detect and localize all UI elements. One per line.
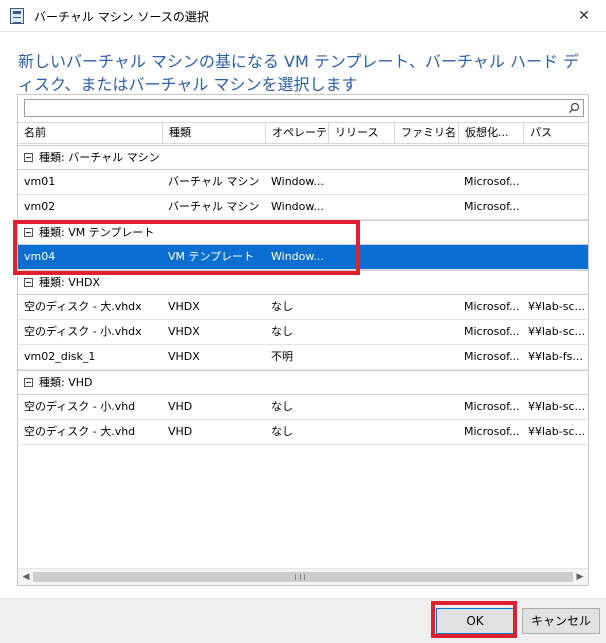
window-icon <box>10 8 24 24</box>
cell-os: 不明 <box>271 350 293 363</box>
page-heading: 新しいバーチャル マシンの基になる VM テンプレート、バーチャル ハード ディ… <box>18 52 580 94</box>
title-bar: バーチャル マシン ソースの選択 ✕ <box>0 0 606 32</box>
ok-button[interactable]: OK <box>436 608 514 634</box>
cancel-button[interactable]: キャンセル <box>522 608 600 634</box>
collapse-icon[interactable] <box>24 278 33 287</box>
group-header[interactable]: 種類: VHD <box>18 370 588 395</box>
scroll-left-icon[interactable]: ◀ <box>21 572 31 582</box>
cell-name: 空のディスク - 小.vhdx <box>24 325 142 338</box>
cell-path: ¥¥lab-sc... <box>528 425 585 438</box>
horizontal-scrollbar[interactable]: ◀ ▶ <box>18 568 588 585</box>
group-label: 種類: VHDX <box>39 276 101 289</box>
cell-name: vm02 <box>24 200 56 213</box>
cell-path: ¥¥lab-sc... <box>528 325 585 338</box>
column-header-5[interactable]: 仮想化... <box>458 123 523 143</box>
group-header[interactable]: 種類: VHDX <box>18 270 588 295</box>
cell-os: なし <box>271 300 293 313</box>
cell-virt: Microsof... <box>464 400 520 413</box>
collapse-icon[interactable] <box>24 378 33 387</box>
table-row[interactable]: vm02_disk_1 VHDX 不明 Microsof... ¥¥lab-fs... <box>18 345 588 370</box>
search-icon[interactable] <box>568 102 580 114</box>
cell-os: Window... <box>271 200 324 213</box>
group-label: 種類: VHD <box>39 376 93 389</box>
table-row[interactable]: 空のディスク - 小.vhd VHD なし Microsof... ¥¥lab-sc..… <box>18 395 588 420</box>
table-row[interactable]: vm02 バーチャル マシン Window... Microsof... <box>18 195 588 220</box>
cell-os: なし <box>271 425 293 438</box>
cell-virt: Microsof... <box>464 300 520 313</box>
cell-type: VHDX <box>168 300 200 313</box>
table-row[interactable]: vm04 VM テンプレート Window... <box>18 245 588 270</box>
table-row[interactable]: vm01 バーチャル マシン Window... Microsof... <box>18 170 588 195</box>
cell-name: vm04 <box>24 250 56 263</box>
column-header: 名前種類オペレーテ...リリースファミリ名仮想化...パス <box>18 122 588 144</box>
cell-type: バーチャル マシン <box>168 175 260 188</box>
source-grid: 名前種類オペレーテ...リリースファミリ名仮想化...パス 種類: バーチャル … <box>17 94 589 586</box>
grip-icon <box>295 574 305 580</box>
window-title: バーチャル マシン ソースの選択 <box>34 10 209 24</box>
cell-virt: Microsof... <box>464 200 520 213</box>
column-header-0[interactable]: 名前 <box>18 123 162 143</box>
cell-virt: Microsof... <box>464 325 520 338</box>
table-row[interactable]: 空のディスク - 大.vhdx VHDX なし Microsof... ¥¥lab-sc… <box>18 295 588 320</box>
cell-type: VM テンプレート <box>168 250 255 263</box>
group-header[interactable]: 種類: バーチャル マシン <box>18 145 588 170</box>
search-input[interactable] <box>24 99 584 117</box>
cell-virt: Microsof... <box>464 425 520 438</box>
table-row[interactable]: 空のディスク - 大.vhd VHD なし Microsof... ¥¥lab-sc..… <box>18 420 588 445</box>
cell-os: なし <box>271 325 293 338</box>
cell-path: ¥¥lab-sc... <box>528 400 585 413</box>
cell-name: vm01 <box>24 175 56 188</box>
cell-type: VHD <box>168 400 193 413</box>
column-header-4[interactable]: ファミリ名 <box>394 123 458 143</box>
cell-os: Window... <box>271 250 324 263</box>
column-header-1[interactable]: 種類 <box>162 123 265 143</box>
scroll-right-icon[interactable]: ▶ <box>575 572 585 582</box>
column-header-6[interactable]: パス <box>523 123 588 143</box>
cell-name: vm02_disk_1 <box>24 350 96 363</box>
cell-os: なし <box>271 400 293 413</box>
group-header[interactable]: 種類: VM テンプレート <box>18 220 588 245</box>
cell-path: ¥¥lab-fs... <box>528 350 583 363</box>
cell-name: 空のディスク - 大.vhd <box>24 425 136 438</box>
cell-path: ¥¥lab-sc... <box>528 300 585 313</box>
scroll-thumb[interactable] <box>33 572 573 582</box>
table-row[interactable]: 空のディスク - 小.vhdx VHDX なし Microsof... ¥¥lab-sc… <box>18 320 588 345</box>
cell-os: Window... <box>271 175 324 188</box>
cell-type: バーチャル マシン <box>168 200 260 213</box>
collapse-icon[interactable] <box>24 153 33 162</box>
cell-virt: Microsof... <box>464 350 520 363</box>
cell-type: VHD <box>168 425 193 438</box>
close-icon[interactable]: ✕ <box>574 6 594 26</box>
cell-type: VHDX <box>168 350 200 363</box>
collapse-icon[interactable] <box>24 228 33 237</box>
group-label: 種類: VM テンプレート <box>39 226 155 239</box>
cell-name: 空のディスク - 大.vhdx <box>24 300 142 313</box>
grid-rows: 種類: バーチャル マシン vm01 バーチャル マシン Window... Micro… <box>18 145 588 445</box>
cell-name: 空のディスク - 小.vhd <box>24 400 136 413</box>
column-header-2[interactable]: オペレーテ... <box>265 123 328 143</box>
group-label: 種類: バーチャル マシン <box>39 151 160 164</box>
cell-virt: Microsof... <box>464 175 520 188</box>
dialog-footer: OK キャンセル <box>0 598 606 643</box>
cell-type: VHDX <box>168 325 200 338</box>
column-header-3[interactable]: リリース <box>328 123 394 143</box>
